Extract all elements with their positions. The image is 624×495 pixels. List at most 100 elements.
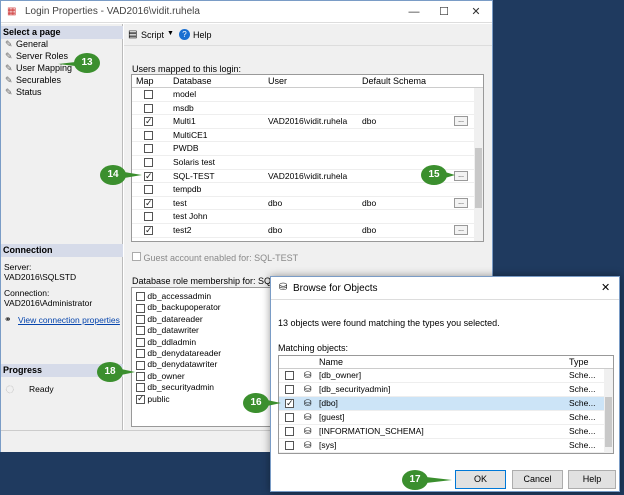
database-cell: test2 — [173, 225, 192, 235]
role-item[interactable]: db_datareader — [136, 314, 203, 325]
object-checkbox[interactable] — [285, 385, 294, 394]
object-type: Sche... — [569, 440, 596, 450]
role-checkbox[interactable] — [136, 383, 145, 393]
browse-schema-button[interactable]: ... — [454, 197, 468, 208]
role-item[interactable]: db_owner — [136, 371, 185, 382]
browse-schema-button[interactable]: ... — [454, 116, 468, 127]
object-name: [INFORMATION_SCHEMA] — [319, 426, 424, 436]
objects-scrollbar-thumb[interactable] — [605, 397, 612, 447]
schema-icon: ⛁ — [304, 426, 312, 436]
chevron-down-icon[interactable]: ▼ — [167, 30, 174, 37]
table-row[interactable]: msdb — [132, 102, 475, 116]
close-button[interactable]: ✕ — [461, 1, 491, 23]
object-checkbox[interactable] — [285, 397, 294, 410]
dialog-help-button[interactable]: Help — [568, 470, 616, 489]
badge-17: 17 — [402, 470, 428, 490]
table-row[interactable]: ⛁ [db_securityadmin] Sche... — [279, 383, 604, 397]
user-cell[interactable]: dbo — [268, 224, 282, 237]
map-checkbox[interactable] — [144, 130, 153, 140]
found-message: 13 objects were found matching the types… — [278, 318, 500, 328]
map-checkbox[interactable] — [144, 185, 153, 195]
page-status[interactable]: ✎ Status — [5, 87, 42, 98]
table-row[interactable]: ⛁ [INFORMATION_SCHEMA] Sche... — [279, 425, 604, 439]
script-button[interactable]: Script — [141, 30, 164, 40]
table-row[interactable]: tempdb — [132, 183, 475, 197]
grid-scrollbar[interactable] — [474, 88, 483, 241]
role-checkbox[interactable] — [136, 349, 145, 359]
col-type: Type — [569, 357, 589, 367]
connection-icon: ⚭ — [4, 314, 12, 324]
role-item[interactable]: db_backupoperator — [136, 302, 221, 313]
col-database: Database — [173, 76, 212, 86]
schema-icon: ⛁ — [304, 440, 312, 450]
user-cell[interactable]: VAD2016\vidit.ruhela — [268, 170, 347, 183]
page-general[interactable]: ✎ General — [5, 39, 48, 50]
objects-scrollbar[interactable] — [604, 369, 613, 453]
user-cell[interactable]: dbo — [268, 197, 282, 210]
table-row[interactable]: ⛁ [db_owner] Sche... — [279, 369, 604, 383]
map-checkbox[interactable] — [144, 144, 153, 154]
object-name: [sys] — [319, 440, 337, 450]
view-connection-properties-link[interactable]: View connection properties — [18, 315, 120, 325]
browse-schema-button[interactable]: ... — [454, 170, 468, 181]
table-row[interactable]: ⛁ [dbo] Sche... — [279, 397, 604, 411]
schema-icon: ⛁ — [304, 398, 312, 408]
object-name: [db_owner] — [319, 370, 362, 380]
role-checkbox[interactable] — [136, 337, 145, 347]
role-checkbox[interactable] — [136, 393, 145, 404]
map-checkbox[interactable] — [144, 197, 153, 210]
table-row[interactable]: test2 dbo dbo... — [132, 224, 475, 238]
cancel-button[interactable]: Cancel — [512, 470, 563, 489]
map-checkbox[interactable] — [144, 115, 153, 128]
role-item[interactable]: db_denydatawriter — [136, 359, 217, 370]
page-server-roles[interactable]: ✎ Server Roles — [5, 51, 68, 62]
map-checkbox[interactable] — [144, 158, 153, 167]
role-item[interactable]: db_datawriter — [136, 325, 199, 336]
role-item[interactable]: db_securityadmin — [136, 382, 214, 393]
object-checkbox[interactable] — [285, 413, 294, 422]
table-row[interactable]: model — [132, 88, 475, 102]
table-row[interactable]: ⛁ [guest] Sche... — [279, 411, 604, 425]
dialog-close-button[interactable]: ✕ — [601, 281, 610, 294]
user-mapping-grid: Map Database User Default Schema model ms… — [131, 74, 484, 242]
object-checkbox[interactable] — [285, 427, 294, 436]
role-checkbox[interactable] — [136, 303, 145, 313]
role-item[interactable]: public — [136, 393, 170, 404]
maximize-button[interactable]: ☐ — [429, 1, 459, 23]
map-checkbox[interactable] — [144, 224, 153, 237]
ok-button[interactable]: OK — [455, 470, 506, 489]
help-button[interactable]: Help — [193, 30, 212, 40]
map-checkbox[interactable] — [144, 90, 153, 99]
table-row[interactable]: test John — [132, 210, 475, 224]
table-row[interactable]: MultiCE1 — [132, 129, 475, 143]
user-cell[interactable]: VAD2016\vidit.ruhela — [268, 115, 347, 128]
role-checkbox[interactable] — [136, 292, 145, 302]
table-row[interactable]: ⛁ [sys] Sche... — [279, 439, 604, 453]
browse-schema-button[interactable]: ... — [454, 225, 468, 235]
role-item[interactable]: db_ddladmin — [136, 337, 196, 347]
page-securables[interactable]: ✎ Securables — [5, 75, 61, 86]
table-row[interactable]: PWDB — [132, 142, 475, 156]
role-checkbox[interactable] — [136, 326, 145, 336]
map-checkbox[interactable] — [144, 212, 153, 222]
object-type: Sche... — [569, 370, 596, 380]
object-checkbox[interactable] — [285, 441, 294, 450]
scrollbar-thumb[interactable] — [475, 148, 482, 208]
object-checkbox[interactable] — [285, 371, 294, 380]
schema-cell[interactable]: dbo — [362, 197, 376, 210]
role-label: db_securityadmin — [147, 382, 214, 393]
role-checkbox[interactable] — [136, 360, 145, 370]
map-checkbox[interactable] — [144, 103, 153, 113]
page-user-mapping[interactable]: ✎ User Mapping — [5, 63, 72, 74]
role-item[interactable]: db_denydatareader — [136, 348, 221, 359]
schema-cell[interactable]: dbo — [362, 115, 376, 128]
table-row[interactable]: Multi1 VAD2016\vidit.ruhela dbo... — [132, 115, 475, 129]
schema-cell[interactable]: dbo — [362, 224, 376, 237]
role-checkbox[interactable] — [136, 372, 145, 382]
minimize-button[interactable]: — — [399, 1, 429, 23]
role-checkbox[interactable] — [136, 315, 145, 325]
map-checkbox[interactable] — [144, 170, 153, 183]
role-item[interactable]: db_accessadmin — [136, 291, 211, 302]
table-row[interactable]: test dbo dbo... — [132, 197, 475, 211]
progress-status: Ready — [29, 384, 54, 394]
